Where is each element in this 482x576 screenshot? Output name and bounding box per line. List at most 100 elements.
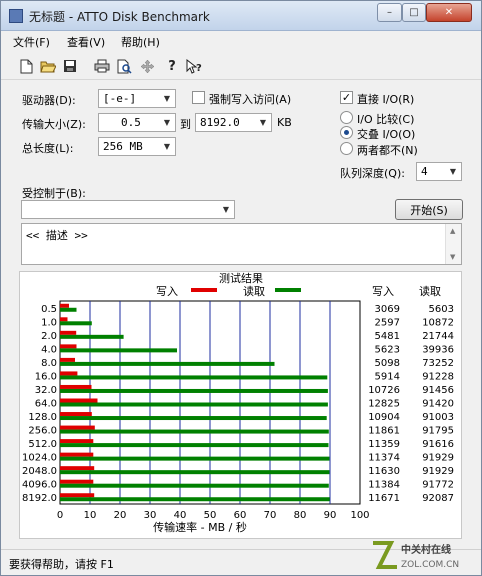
bar-read: [60, 334, 124, 339]
context-help-icon[interactable]: ?: [185, 57, 203, 75]
force-write-label: 强制写入访问(A): [209, 93, 292, 106]
x-tick-label: 80: [294, 510, 307, 521]
direct-io-label: 直接 I/O(R): [357, 93, 415, 106]
write-readout: 11861: [368, 426, 400, 437]
print-preview-icon[interactable]: [115, 57, 133, 75]
transfer-to-select[interactable]: 8192.0 ▼: [195, 113, 272, 132]
open-icon[interactable]: [39, 57, 57, 75]
results-chart: 测试结果 写入 读取 写入 读取 0 10 20 30 40 50 60 70 80 90 100 …: [22, 272, 454, 534]
read-readout: 91456: [422, 385, 454, 396]
io-neither-label: 两者都不(N): [357, 144, 418, 157]
menu-bar: 文件(F) 查看(V) 帮助(H): [1, 31, 481, 52]
x-tick-label: 60: [234, 510, 247, 521]
bar-write: [60, 479, 94, 484]
y-tick-label: 128.0: [28, 412, 57, 423]
svg-text:?: ?: [196, 63, 202, 74]
x-tick-label: 50: [204, 510, 217, 521]
description-field[interactable]: << 描述 >> ▲ ▼: [21, 223, 462, 265]
total-length-select[interactable]: 256 MB ▼: [98, 137, 176, 156]
bar-read: [60, 307, 77, 312]
bar-write: [60, 344, 77, 349]
read-readout: 91420: [422, 399, 454, 410]
read-readout: 39936: [422, 344, 454, 355]
y-tick-label: 4.0: [41, 344, 57, 355]
x-tick-label: 40: [174, 510, 187, 521]
new-icon[interactable]: [17, 57, 35, 75]
bar-write: [60, 303, 69, 308]
io-compare-radio[interactable]: [340, 111, 353, 124]
read-readout: 73252: [422, 358, 454, 369]
bar-read: [60, 416, 327, 421]
read-readout: 91929: [422, 466, 454, 477]
write-readout: 11630: [368, 466, 400, 477]
direct-io-checkbox[interactable]: ✓: [340, 91, 353, 104]
legend-read-swatch: [275, 288, 301, 292]
y-tick-label: 64.0: [35, 399, 57, 410]
io-neither-radio[interactable]: [340, 142, 353, 155]
bar-write: [60, 412, 92, 417]
bar-write: [60, 398, 98, 403]
write-readout: 2597: [375, 317, 400, 328]
y-tick-label: 8.0: [41, 358, 57, 369]
zol-watermark-logo: 中关村在线 ZOL.COM.CN: [373, 541, 459, 570]
write-readout: 5481: [375, 331, 400, 342]
menu-file[interactable]: 文件(F): [13, 34, 50, 50]
controlled-by-label: 受控制于(B):: [22, 187, 86, 200]
queue-depth-select[interactable]: 4 ▼: [416, 162, 462, 181]
chevron-down-icon: ▼: [259, 118, 267, 127]
description-text: << 描述 >>: [26, 229, 88, 242]
x-tick-label: 10: [84, 510, 97, 521]
total-length-label: 总长度(L):: [22, 142, 74, 155]
read-readout: 91795: [422, 426, 454, 437]
app-icon: [9, 9, 23, 23]
watermark-text: 中关村在线: [401, 543, 451, 556]
bar-read: [60, 443, 329, 448]
close-button[interactable]: ✕: [426, 3, 472, 22]
description-scrollbar[interactable]: ▲ ▼: [445, 224, 461, 264]
bar-read: [60, 348, 177, 353]
read-readout: 91228: [422, 371, 454, 382]
bar-read: [60, 456, 330, 461]
menu-view[interactable]: 查看(V): [67, 34, 105, 50]
bar-read: [60, 388, 328, 393]
transfer-from-select[interactable]: 0.5 ▼: [98, 113, 176, 132]
y-tick-label: 2048.0: [22, 466, 57, 477]
controlled-by-select[interactable]: ▼: [21, 200, 235, 219]
start-button[interactable]: 开始(S): [395, 199, 463, 220]
x-tick-label: 90: [324, 510, 337, 521]
write-readout: 11359: [368, 439, 400, 450]
save-icon[interactable]: [61, 57, 79, 75]
y-tick-label: 16.0: [35, 371, 57, 382]
print-icon[interactable]: [93, 57, 111, 75]
x-tick-label: 0: [57, 510, 63, 521]
io-overlap-radio[interactable]: [340, 126, 353, 139]
queue-depth-value: 4: [421, 165, 428, 178]
chevron-down-icon: ▼: [222, 205, 230, 214]
read-readout: 91003: [422, 412, 454, 423]
scroll-down-icon: ▼: [450, 253, 456, 261]
minimize-button[interactable]: –: [377, 3, 402, 22]
y-tick-label: 2.0: [41, 331, 57, 342]
read-readout: 21744: [422, 331, 454, 342]
column-write-header: 写入: [372, 285, 394, 298]
title-bar[interactable]: 无标题 - ATTO Disk Benchmark – □ ✕: [1, 1, 481, 31]
y-tick-label: 8192.0: [22, 493, 57, 504]
bar-read: [60, 497, 330, 502]
bar-write: [60, 439, 94, 444]
help-icon[interactable]: ?: [163, 57, 181, 75]
y-tick-label: 1024.0: [22, 453, 57, 464]
bar-write: [60, 317, 68, 322]
bar-write: [60, 371, 78, 376]
status-text: 要获得帮助，请按 F1: [9, 558, 114, 571]
transfer-unit: KB: [277, 116, 292, 129]
move-icon[interactable]: [138, 57, 156, 75]
maximize-button[interactable]: □: [402, 3, 426, 22]
menu-help[interactable]: 帮助(H): [121, 34, 160, 50]
drive-select[interactable]: [-e-] ▼: [98, 89, 176, 108]
bar-write: [60, 425, 95, 430]
watermark-subtext: ZOL.COM.CN: [401, 560, 459, 570]
read-readout: 5603: [429, 304, 454, 315]
force-write-checkbox[interactable]: [192, 91, 205, 104]
transfer-size-label: 传输大小(Z):: [22, 118, 86, 131]
chart-title: 测试结果: [219, 272, 263, 285]
